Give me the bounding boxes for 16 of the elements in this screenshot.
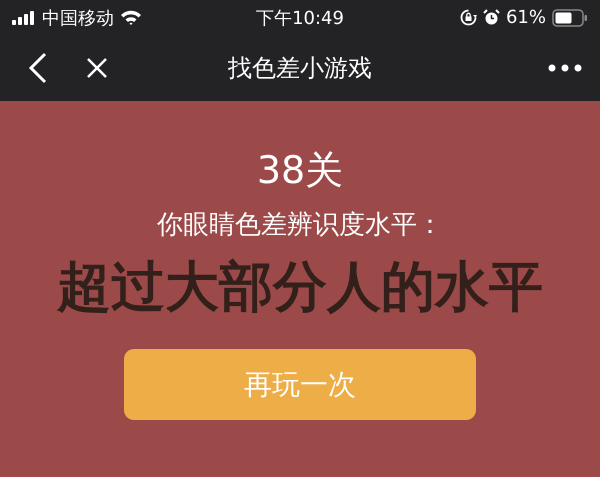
back-icon — [28, 52, 48, 84]
result-verdict: 超过大部分人的水平 — [57, 254, 543, 320]
carrier-name: 中国移动 — [42, 6, 114, 30]
battery-percentage: 61% — [506, 7, 546, 28]
more-icon — [548, 64, 582, 72]
clock-time: 下午10:49 — [256, 6, 344, 30]
rotation-lock-icon — [460, 9, 477, 26]
wifi-icon — [120, 10, 142, 25]
alarm-clock-icon — [482, 9, 500, 26]
signal-icon — [12, 10, 36, 24]
level-reached: 38关 — [256, 147, 344, 194]
battery-icon — [552, 8, 588, 26]
play-again-button[interactable]: 再玩一次 — [124, 349, 476, 420]
close-icon — [86, 57, 108, 79]
page-title: 找色差小游戏 — [228, 53, 372, 84]
result-prompt: 你眼睛色差辨识度水平： — [157, 209, 443, 242]
